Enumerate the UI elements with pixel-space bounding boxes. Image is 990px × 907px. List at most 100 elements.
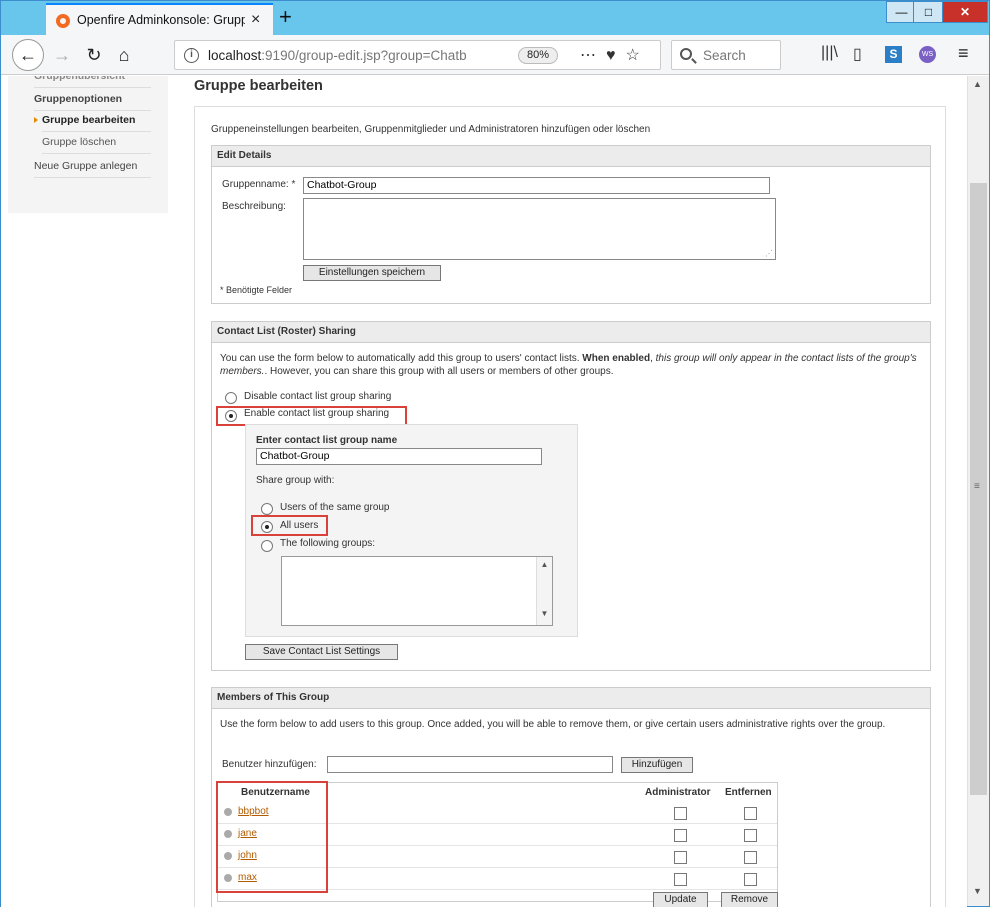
save-settings-button[interactable]: Einstellungen speichern (303, 265, 441, 281)
sidebar-item-new-group[interactable]: Neue Gruppe anlegen (34, 160, 151, 178)
remove-checkbox[interactable] (744, 807, 757, 820)
close-window-button[interactable]: ✕ (942, 1, 988, 23)
roster-sharing-panel: Contact List (Roster) Sharing You can us… (211, 321, 931, 671)
group-name-label: Gruppenname: * (222, 179, 296, 190)
share-with-label: Share group with: (256, 475, 335, 486)
admin-checkbox[interactable] (674, 829, 687, 842)
groups-listbox[interactable]: ▲ ▼ (281, 556, 553, 626)
share-same-group-label[interactable]: Users of the same group (280, 502, 390, 513)
browser-tab[interactable]: Openfire Adminkonsole: Gruppe × (46, 3, 273, 35)
content-area: Gruppeneinstellungen bearbeiten, Gruppen… (194, 106, 946, 907)
page-scrollbar[interactable]: ▲ ≡ ▼ (967, 76, 989, 906)
highlight-enable-sharing (216, 406, 407, 426)
remove-checkbox[interactable] (744, 873, 757, 886)
new-tab-icon[interactable]: + (279, 4, 292, 30)
admin-checkbox[interactable] (674, 873, 687, 886)
address-bar[interactable]: i localhost:9190/group-edit.jsp?group=Ch… (174, 40, 661, 70)
remove-button[interactable]: Remove (721, 892, 778, 907)
members-panel: Members of This Group Use the form below… (211, 687, 931, 907)
forward-button[interactable]: → (47, 40, 77, 70)
scroll-up-icon[interactable]: ▲ (537, 560, 552, 569)
library-icon[interactable]: |||\ (821, 44, 838, 62)
admin-checkbox[interactable] (674, 851, 687, 864)
roster-sharing-heading: Contact List (Roster) Sharing (212, 322, 930, 343)
listbox-scrollbar[interactable]: ▲ ▼ (536, 557, 552, 625)
highlight-username-column (216, 781, 328, 893)
page-description: Gruppeneinstellungen bearbeiten, Gruppen… (211, 124, 651, 135)
members-heading: Members of This Group (212, 688, 930, 709)
title-bar: Openfire Adminkonsole: Gruppe × + — □ ✕ (1, 1, 989, 35)
scroll-down-icon[interactable]: ▼ (537, 609, 552, 618)
browser-window: Openfire Adminkonsole: Gruppe × + — □ ✕ … (0, 0, 990, 907)
group-display-name-input[interactable]: Chatbot-Group (256, 448, 542, 465)
sidebar-item-label: Gruppe bearbeiten (42, 114, 136, 126)
disable-sharing-label[interactable]: Disable contact list group sharing (244, 391, 391, 402)
site-info-icon[interactable]: i (184, 48, 199, 63)
add-user-input[interactable] (327, 756, 613, 773)
openfire-favicon-icon (56, 14, 70, 28)
forward-arrow-icon: → (53, 45, 71, 65)
group-name-input[interactable]: Chatbot-Group (303, 177, 770, 194)
tab-close-icon[interactable]: × (251, 11, 260, 29)
active-arrow-icon (34, 117, 38, 123)
scroll-down-arrow-icon[interactable]: ▼ (973, 886, 982, 896)
url-path: :9190/group-edit.jsp?group=Chatb (261, 48, 467, 63)
reload-button[interactable]: ↻ (79, 40, 109, 70)
remove-checkbox[interactable] (744, 829, 757, 842)
scroll-up-arrow-icon[interactable]: ▲ (973, 79, 982, 89)
sidebar-item-group-options[interactable]: Gruppenoptionen (34, 93, 151, 111)
share-following-groups-label[interactable]: The following groups: (280, 538, 375, 549)
url-text[interactable]: localhost:9190/group-edit.jsp?group=Chat… (208, 48, 508, 63)
remove-checkbox[interactable] (744, 851, 757, 864)
add-user-button[interactable]: Hinzufügen (621, 757, 693, 773)
extension-ws-icon[interactable]: WS (919, 46, 936, 63)
admin-sidebar: Gruppenübersicht Gruppenoptionen Gruppe … (8, 76, 168, 213)
scrollbar-thumb[interactable]: ≡ (970, 183, 987, 795)
pocket-icon[interactable]: ♥ (606, 47, 626, 64)
sidebar-item-edit-group[interactable]: Gruppe bearbeiten (34, 114, 151, 132)
sidebar-item-delete-group[interactable]: Gruppe löschen (42, 136, 151, 154)
nav-toolbar: ← → ↻ ⌂ i localhost:9190/group-edit.jsp?… (1, 35, 989, 75)
disable-sharing-radio[interactable] (225, 392, 237, 404)
required-note: * Benötigte Felder (220, 285, 293, 295)
edit-details-panel: Edit Details Gruppenname: * Chatbot-Grou… (211, 145, 931, 304)
admin-checkbox[interactable] (674, 807, 687, 820)
description-textarea[interactable]: ⋰ (303, 198, 776, 260)
group-display-name-label: Enter contact list group name (256, 435, 398, 446)
page-viewport: Gruppenübersicht Gruppenoptionen Gruppe … (1, 76, 967, 907)
grip-icon: ≡ (974, 481, 980, 492)
home-icon: ⌂ (118, 45, 130, 65)
search-icon (680, 48, 692, 60)
tab-title: Openfire Adminkonsole: Gruppe (77, 13, 245, 27)
column-administrator: Administrator (645, 787, 711, 798)
description-label: Beschreibung: (222, 201, 286, 212)
zoom-indicator[interactable]: 80% (518, 47, 558, 64)
hamburger-menu-icon[interactable]: ≡ (958, 43, 969, 64)
page-actions: ⋯♥☆ (580, 45, 650, 65)
maximize-button[interactable]: □ (913, 1, 944, 23)
sharing-intro-part1: You can use the form below to automatica… (220, 353, 583, 364)
reload-icon: ↻ (86, 45, 102, 65)
extension-s-icon[interactable]: S (885, 46, 902, 63)
bookmark-star-icon[interactable]: ☆ (626, 47, 650, 64)
share-following-groups-radio[interactable] (261, 540, 273, 552)
update-button[interactable]: Update (653, 892, 708, 907)
add-user-label: Benutzer hinzufügen: (222, 759, 317, 770)
sidebar-item-group-overview[interactable]: Gruppenübersicht (34, 76, 151, 88)
sharing-options-box: Enter contact list group name Chatbot-Gr… (245, 424, 578, 637)
page-actions-icon[interactable]: ⋯ (580, 47, 606, 64)
sidebar-toggle-icon[interactable]: ▯ (853, 44, 862, 64)
home-button[interactable]: ⌂ (109, 40, 139, 70)
sharing-intro: You can use the form below to automatica… (220, 352, 920, 378)
sharing-intro-part3: . However, you can share this group with… (264, 366, 614, 377)
share-same-group-radio[interactable] (261, 503, 273, 515)
members-intro: Use the form below to add users to this … (220, 719, 886, 730)
save-contact-list-button[interactable]: Save Contact List Settings (245, 644, 398, 660)
page-title: Gruppe bearbeiten (194, 78, 323, 94)
highlight-all-users (251, 515, 328, 536)
search-box[interactable]: Search (671, 40, 781, 70)
resize-grip-icon[interactable]: ⋰ (765, 249, 773, 258)
url-host: localhost (208, 48, 262, 63)
back-button[interactable]: ← (12, 39, 44, 71)
search-input[interactable]: Search (703, 48, 746, 63)
